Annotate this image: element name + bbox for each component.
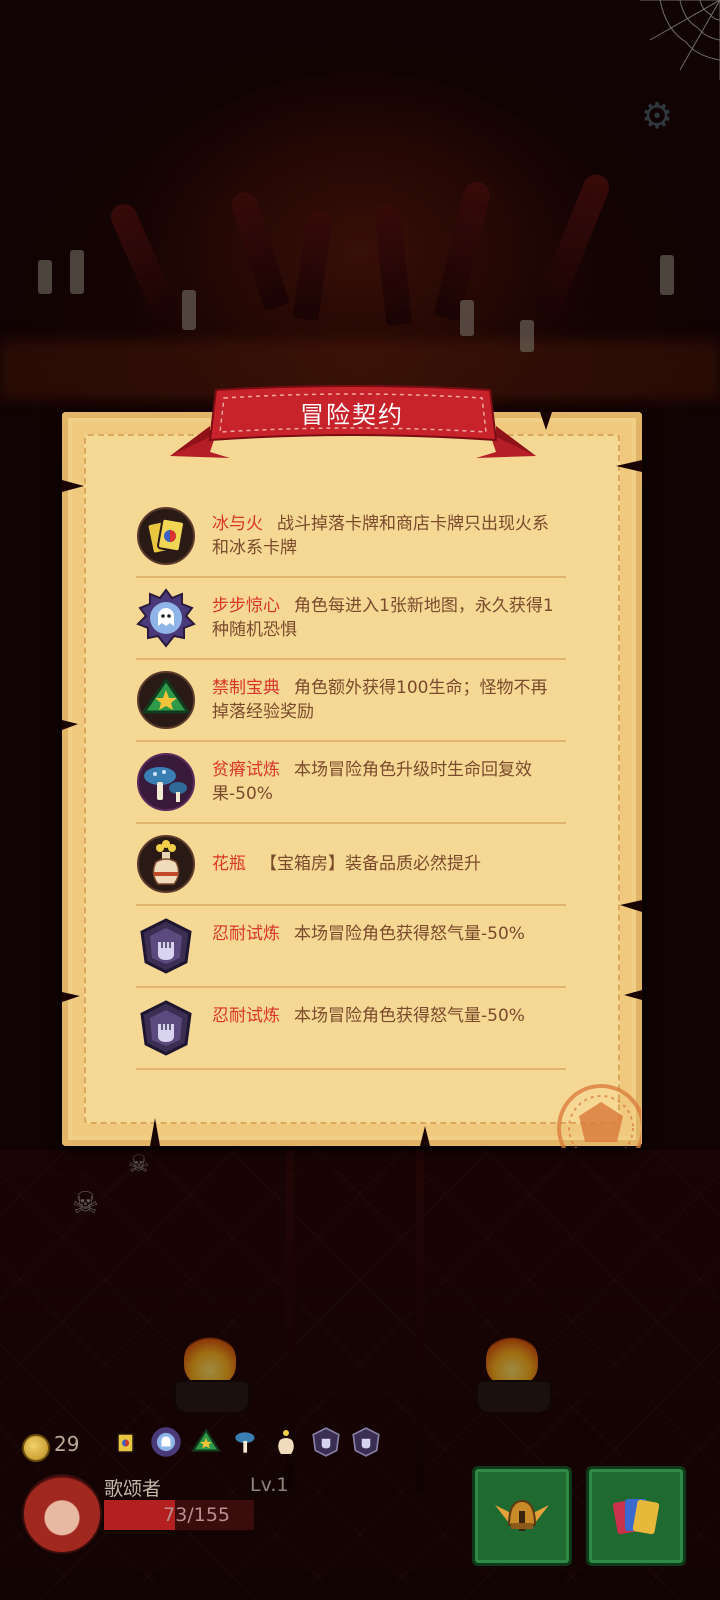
ice-fire-cards-icon[interactable] <box>108 1424 144 1460</box>
mushroom-icon[interactable] <box>228 1424 264 1460</box>
skull-decor-icon: ☠ <box>72 1186 99 1221</box>
vase-icon[interactable] <box>268 1424 304 1460</box>
list-item[interactable]: 步步惊心 角色每进入1张新地图，永久获得1种随机恐惧 <box>136 578 566 660</box>
winged-helmet-icon <box>495 1499 549 1531</box>
list-item[interactable]: 忍耐试炼 本场冒险角色获得怒气量-50% <box>136 906 566 988</box>
forbidden-tome-icon <box>136 670 196 730</box>
candle-decor <box>660 255 674 295</box>
fist-shield-icon <box>136 998 196 1058</box>
hero-level: Lv.1 <box>250 1474 289 1496</box>
brazier-right <box>472 1334 552 1414</box>
contract-name: 冰与火 <box>212 514 263 534</box>
candle-decor <box>70 250 84 294</box>
list-item[interactable]: 忍耐试炼 本场冒险角色获得怒气量-50% <box>136 988 566 1070</box>
forbidden-tome-icon[interactable] <box>188 1424 224 1460</box>
list-item[interactable]: 冰与火 战斗掉落卡牌和商店卡牌只出现火系和冰系卡牌 <box>136 496 566 578</box>
ghost-badge-icon[interactable] <box>148 1424 184 1460</box>
ice-fire-cards-icon <box>136 506 196 566</box>
candle-decor <box>460 300 474 336</box>
active-contract-icons <box>108 1424 384 1460</box>
contract-description: 本场冒险角色获得怒气量-50% <box>294 1006 525 1026</box>
pillar-decor <box>416 1150 424 1490</box>
hero-avatar[interactable] <box>22 1474 102 1554</box>
equipment-button[interactable] <box>472 1466 572 1566</box>
contract-description: 本场冒险角色获得怒气量-50% <box>294 924 525 944</box>
contract-description: 【宝箱房】装备品质必然提升 <box>260 854 481 874</box>
contract-name: 忍耐试炼 <box>212 924 280 944</box>
fist-shield-icon[interactable] <box>348 1424 384 1460</box>
vase-icon <box>136 834 196 894</box>
brazier-left <box>170 1334 250 1414</box>
contract-name: 步步惊心 <box>212 596 280 616</box>
ghost-badge-icon <box>136 588 196 648</box>
mushroom-icon <box>136 752 196 812</box>
hero-name: 歌颂者 <box>104 1478 162 1500</box>
coin-count: 29 <box>54 1432 80 1456</box>
cards-icon <box>612 1499 660 1535</box>
fist-shield-icon[interactable] <box>308 1424 344 1460</box>
wax-seal-icon <box>557 1084 641 1148</box>
spiderweb-icon <box>640 0 720 80</box>
contract-name: 花瓶 <box>212 854 246 874</box>
list-item[interactable]: 贫瘠试炼 本场冒险角色升级时生命回复效果-50% <box>136 742 566 824</box>
hp-bar: 73/155 <box>104 1500 254 1530</box>
fist-shield-icon <box>136 916 196 976</box>
candle-decor <box>38 260 52 294</box>
coin-icon <box>22 1434 50 1462</box>
dialog-title: 冒险契约 <box>300 400 404 429</box>
settings-gear-icon[interactable]: ⚙ <box>636 96 678 138</box>
contract-name: 贫瘠试炼 <box>212 760 280 780</box>
list-item[interactable]: 禁制宝典 角色额外获得100生命；怪物不再掉落经验奖励 <box>136 660 566 742</box>
hp-text: 73/155 <box>163 1504 230 1526</box>
skull-decor-icon: ☠ <box>128 1150 150 1178</box>
list-item[interactable]: 花瓶 【宝箱房】装备品质必然提升 <box>136 824 566 906</box>
candle-decor <box>182 290 196 330</box>
contract-name: 忍耐试炼 <box>212 1006 280 1026</box>
contract-name: 禁制宝典 <box>212 678 280 698</box>
card-deck-button[interactable] <box>586 1466 686 1566</box>
candle-decor <box>520 320 534 352</box>
contract-list: 冰与火 战斗掉落卡牌和商店卡牌只出现火系和冰系卡牌 步步惊心 角色每进入1张新地图，… <box>136 496 566 1070</box>
